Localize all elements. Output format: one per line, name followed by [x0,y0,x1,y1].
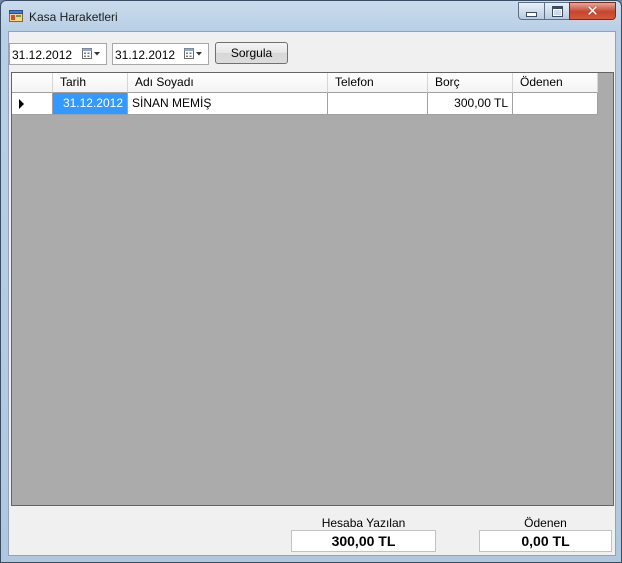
close-button[interactable]: ✕ [569,2,616,20]
cell-tarih[interactable]: 31.12.2012 [53,93,128,115]
cell-adi-soyadi[interactable]: SİNAN MEMİŞ [128,93,328,115]
odenen-total: 0,00 TL [479,530,612,552]
column-header-odenen[interactable]: Ödenen [513,73,598,93]
row-header-corner[interactable] [12,73,53,93]
row-pointer-icon [19,99,24,109]
end-date-picker[interactable]: 31.12.2012 [112,43,209,65]
app-window: Kasa Haraketleri ✕ 31.12.2012 31.12.2012… [0,0,622,563]
start-date-picker[interactable]: 31.12.2012 [9,43,107,65]
window-title: Kasa Haraketleri [29,10,118,24]
end-date-value: 31.12.2012 [115,48,176,62]
form-client-area: 31.12.2012 31.12.2012 Sorgula Tarih Adı … [8,31,616,556]
maximize-button[interactable] [544,2,570,20]
column-header-tarih[interactable]: Tarih [53,73,128,93]
start-date-value: 31.12.2012 [12,48,73,62]
cell-borc[interactable]: 300,00 TL [428,93,513,115]
column-header-telefon[interactable]: Telefon [328,73,428,93]
calendar-icon[interactable] [81,47,103,61]
transactions-grid[interactable]: Tarih Adı Soyadı Telefon Borç Ödenen 31.… [11,72,614,506]
close-icon: ✕ [586,1,599,20]
column-header-adi-soyadi[interactable]: Adı Soyadı [128,73,328,93]
title-bar[interactable]: Kasa Haraketleri ✕ [1,1,621,31]
hesaba-yazilan-total: 300,00 TL [291,530,436,552]
table-row[interactable]: 31.12.2012 SİNAN MEMİŞ 300,00 TL [12,93,598,115]
query-button[interactable]: Sorgula [215,42,288,64]
hesaba-yazilan-label: Hesaba Yazılan [321,516,406,530]
grid-header-row: Tarih Adı Soyadı Telefon Borç Ödenen [12,73,598,93]
row-header[interactable] [12,93,53,115]
cell-odenen[interactable] [513,93,598,115]
maximize-icon [551,5,563,17]
odenen-label: Ödenen [524,516,567,530]
form-icon [9,10,23,22]
minimize-icon [526,11,537,17]
cell-telefon[interactable] [328,93,428,115]
minimize-button[interactable] [518,2,545,20]
calendar-icon[interactable] [183,47,205,61]
column-header-borc[interactable]: Borç [428,73,513,93]
